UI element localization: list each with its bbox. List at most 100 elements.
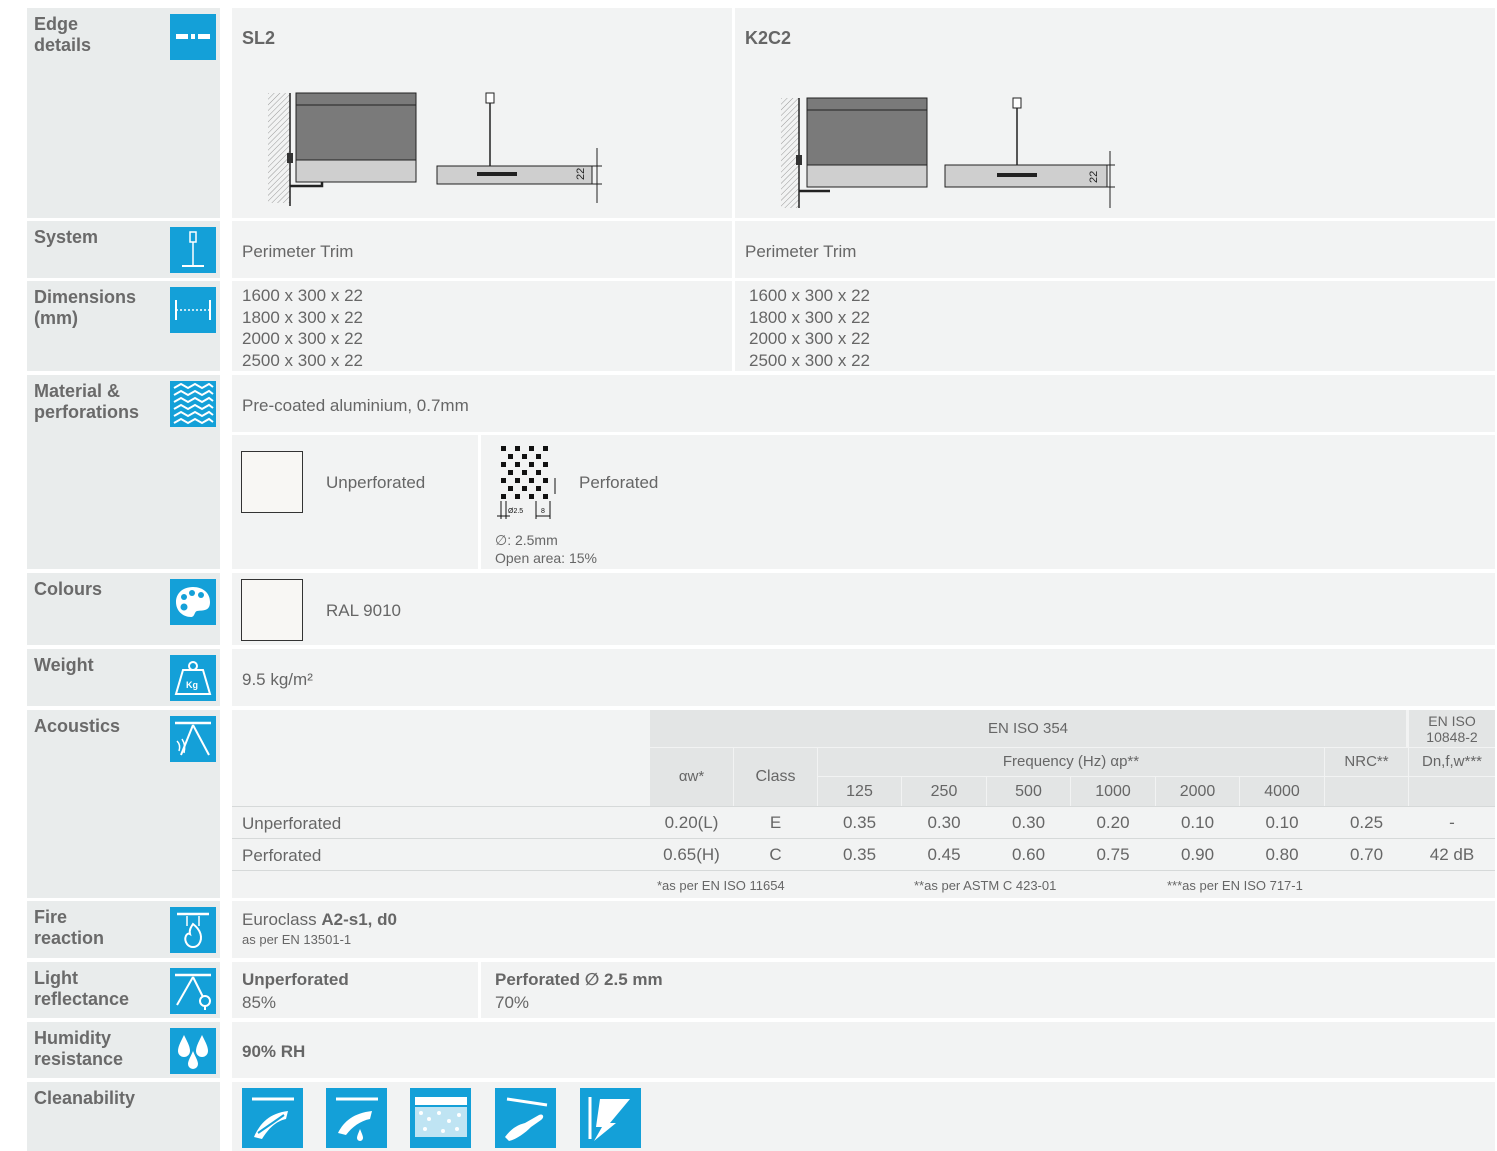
- ac-perf-500: 0.60: [1011, 845, 1046, 864]
- label-cleanability: Cleanability: [34, 1088, 136, 1108]
- system-sl2-value: Perimeter Trim: [242, 242, 354, 261]
- k2c2-title: K2C2: [745, 28, 792, 48]
- material-text-cell: Pre-coated aluminium, 0.7mm: [232, 375, 1495, 432]
- hanger-icon: [170, 227, 216, 273]
- label-system: System: [34, 227, 99, 247]
- freq-2000: 2000: [1156, 777, 1239, 806]
- row-label-light: Light reflectance: [27, 962, 220, 1018]
- freq-4000: 4000: [1240, 777, 1324, 806]
- class-header: Class: [734, 748, 817, 806]
- acoustics-row-perforated: Perforated: [242, 846, 322, 865]
- row-label-cleanability: Cleanability: [27, 1082, 220, 1151]
- ac-unperf-500: 0.30: [1011, 813, 1046, 832]
- acoustics-row-divider-2: [232, 838, 1495, 839]
- dim-sl2-2: 1800 x 300 x 22: [242, 307, 363, 327]
- dimensions-sl2-cell: 1600 x 300 x 22 1800 x 300 x 22 2000 x 3…: [232, 281, 732, 371]
- freq-250: 250: [902, 777, 986, 806]
- label-acoustics: Acoustics: [34, 716, 121, 736]
- label-light: Light reflectance: [34, 968, 130, 1009]
- palette-icon: [170, 579, 216, 625]
- perforation-open-area: Open area: 15%: [495, 550, 597, 566]
- k2c2-edge-drawing: 22: [781, 97, 1115, 208]
- ac-unperf-4000: 0.10: [1265, 813, 1299, 832]
- label-weight: Weight: [34, 655, 94, 675]
- sl2-title: SL2: [242, 28, 276, 48]
- acoustics-cell: EN ISO 354 EN ISO 10848-2 αw* Class Freq…: [232, 710, 1495, 898]
- ac-perf-dnfw: 42 dB: [1429, 845, 1475, 864]
- footnote-iso-717: ***as per EN ISO 717-1: [1167, 878, 1303, 893]
- perforation-pattern-icon: [170, 381, 216, 427]
- drops-icon: [170, 1028, 216, 1074]
- system-k2c2-value: Perimeter Trim: [745, 242, 857, 261]
- dim-k2c2-2: 1800 x 300 x 22: [749, 307, 870, 327]
- system-k2c2-cell: Perimeter Trim: [735, 221, 1495, 278]
- dnfw-header: Dn,f,w***: [1409, 748, 1495, 776]
- perforation-pattern-drawing: Ø2.5 8: [497, 446, 556, 519]
- freq-1000: 1000: [1071, 777, 1155, 806]
- dnfw-sub-blank: [1409, 777, 1495, 806]
- material-perf-cell: Ø2.5 8 Perforated ∅: 2.5mm Open area: 15…: [481, 435, 1495, 569]
- light-unperf-cell: Unperforated 85%: [232, 962, 478, 1018]
- row-label-fire: Fire reaction: [27, 901, 220, 958]
- nrc-header: NRC**: [1325, 748, 1408, 776]
- sl2-edge-drawing: 22: [268, 92, 602, 206]
- row-label-material: Material & perforations: [27, 375, 220, 569]
- ac-unperf-aw: 0.20(L): [664, 813, 719, 832]
- edge-sl2-cell: SL2 22: [232, 8, 732, 218]
- fire-prefix: Euroclass: [242, 910, 322, 929]
- ac-unperf-dnfw: -: [1449, 813, 1455, 832]
- brush-icon: [410, 1088, 471, 1148]
- ac-unperf-2000: 0.10: [1180, 813, 1215, 832]
- label-edge-details: Edge details: [34, 14, 92, 55]
- dim-sl2-3: 2000 x 300 x 22: [242, 329, 363, 348]
- edge-icon: [170, 14, 216, 60]
- fire-cell: Euroclass A2-s1, d0 as per EN 13501-1: [232, 901, 1495, 958]
- svg-text:Kg: Kg: [186, 680, 198, 690]
- material-text: Pre-coated aluminium, 0.7mm: [242, 396, 469, 415]
- label-colours: Colours: [34, 579, 103, 599]
- unperforated-label: Unperforated: [326, 473, 426, 492]
- fire-icon: [170, 907, 216, 953]
- acoustics-row-unperforated: Unperforated: [242, 814, 342, 833]
- light-perf-value: 70%: [495, 993, 530, 1012]
- footnote-iso-11654: *as per EN ISO 11654: [657, 878, 785, 893]
- dim-sl2-1: 1600 x 300 x 22: [242, 286, 363, 305]
- ac-perf-aw: 0.65(H): [663, 845, 720, 864]
- freq-500: 500: [987, 777, 1070, 806]
- weight-cell: 9.5 kg/m²: [232, 649, 1495, 706]
- humidity-value: 90% RH: [242, 1042, 306, 1061]
- dimensions-k2c2-cell: 1600 x 300 x 22 1800 x 300 x 22 2000 x 3…: [735, 281, 1495, 371]
- ac-unperf-1000: 0.20: [1096, 813, 1130, 832]
- label-fire: Fire reaction: [34, 907, 105, 948]
- en-iso-10848-header: EN ISO 10848-2: [1409, 710, 1495, 747]
- impact-icon: [580, 1088, 641, 1148]
- weight-value: 9.5 kg/m²: [242, 670, 313, 689]
- fire-euroclass: A2-s1, d0: [321, 910, 397, 929]
- row-label-humidity: Humidity resistance: [27, 1022, 220, 1078]
- system-sl2-cell: Perimeter Trim: [232, 221, 732, 278]
- k2c2-dim-label: 22: [1088, 171, 1100, 183]
- light-perf-label: Perforated ∅ 2.5 mm: [495, 970, 663, 989]
- ac-unperf-nrc: 0.25: [1349, 813, 1384, 832]
- row-label-system: System: [27, 221, 220, 278]
- dim-k2c2-3: 2000 x 300 x 22: [749, 329, 870, 348]
- ac-perf-4000: 0.80: [1265, 845, 1299, 864]
- hand-wipe-icon: [495, 1088, 556, 1148]
- material-unperf-cell: Unperforated: [232, 435, 478, 569]
- footnote-astm: **as per ASTM C 423-01: [914, 878, 1057, 893]
- row-label-edge: Edge details: [27, 8, 220, 218]
- perforation-diameter: ∅: 2.5mm: [495, 532, 558, 548]
- label-dimensions: Dimensions (mm): [34, 287, 137, 328]
- label-humidity: Humidity resistance: [34, 1028, 124, 1069]
- ac-unperf-125: 0.35: [842, 813, 877, 832]
- label-material: Material & perforations: [34, 381, 140, 422]
- ac-perf-250: 0.45: [927, 845, 961, 864]
- fire-standard: as per EN 13501-1: [242, 932, 352, 947]
- sl2-dim-label: 22: [575, 168, 587, 180]
- ac-perf-class: C: [769, 845, 782, 864]
- unperforated-swatch: [241, 451, 303, 513]
- alpha-w-header: αw*: [650, 748, 733, 806]
- row-label-colours: Colours: [27, 573, 220, 645]
- dim-k2c2-1: 1600 x 300 x 22: [749, 286, 870, 305]
- freq-125: 125: [818, 777, 901, 806]
